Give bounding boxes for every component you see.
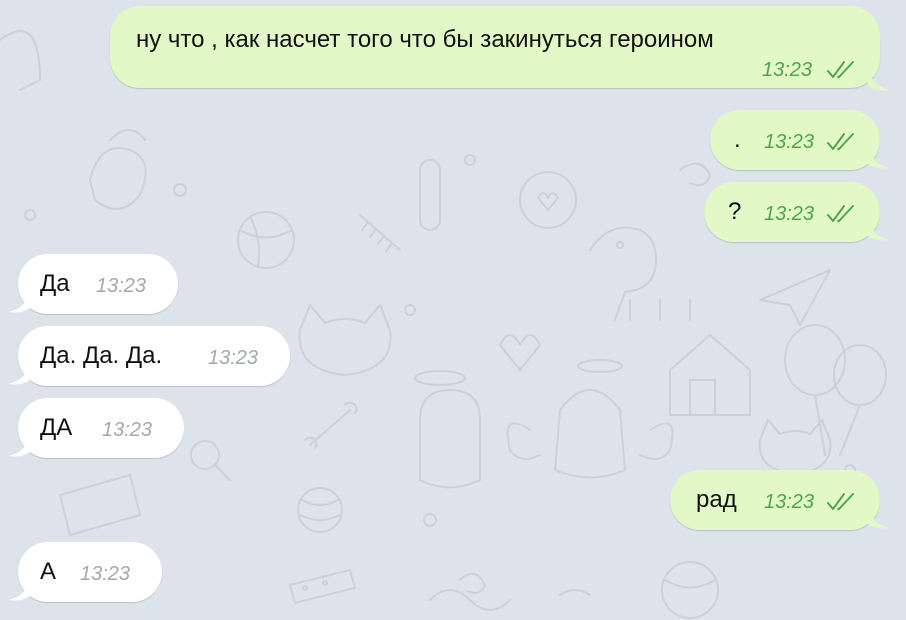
message-text: ну что , как насчет того что бы закинуть… xyxy=(136,26,714,53)
message-text: Да xyxy=(40,270,70,297)
message-bubble-outgoing[interactable]: рад 13:23 xyxy=(670,470,880,530)
message-text: А xyxy=(40,558,57,585)
message-time: 13:23 xyxy=(80,563,131,585)
message-list[interactable]: ну что , как насчет того что бы закинуть… xyxy=(0,0,906,620)
double-check-icon xyxy=(827,133,854,150)
bubble-tail xyxy=(8,292,30,313)
message-time: 13:23 xyxy=(764,491,815,513)
message-bubble-outgoing[interactable]: . 13:23 xyxy=(710,110,880,170)
bubble-tail xyxy=(868,220,890,241)
bubble-tail xyxy=(868,70,890,91)
bubble-tail xyxy=(8,580,30,601)
double-check-icon xyxy=(827,205,854,222)
message-bubble-incoming[interactable]: Да. Да. Да. 13:23 xyxy=(18,326,290,386)
double-check-icon xyxy=(827,493,854,510)
message-bubble-incoming[interactable]: ДА 13:23 xyxy=(18,398,184,458)
message-text: . xyxy=(734,126,741,153)
message-bubble-incoming[interactable]: А 13:23 xyxy=(18,542,162,602)
message-time: 13:23 xyxy=(96,275,147,297)
message-bubble-outgoing[interactable]: ? 13:23 xyxy=(704,182,880,242)
double-check-icon xyxy=(827,61,854,78)
bubble-tail xyxy=(8,436,30,457)
message-text: Да. Да. Да. xyxy=(40,342,163,369)
message-time: 13:23 xyxy=(208,347,259,369)
message-text: ДА xyxy=(40,414,73,441)
bubble-tail xyxy=(868,148,890,169)
message-time: 13:23 xyxy=(764,131,815,153)
message-text: рад xyxy=(696,486,737,513)
bubble-tail xyxy=(8,364,30,385)
bubble-tail xyxy=(868,508,890,529)
message-time: 13:23 xyxy=(762,59,813,81)
message-bubble-incoming[interactable]: Да 13:23 xyxy=(18,254,178,314)
message-text: ? xyxy=(728,198,742,225)
message-time: 13:23 xyxy=(102,419,153,441)
message-bubble-outgoing[interactable]: ну что , как насчет того что бы закинуть… xyxy=(110,6,880,88)
message-time: 13:23 xyxy=(764,203,815,225)
